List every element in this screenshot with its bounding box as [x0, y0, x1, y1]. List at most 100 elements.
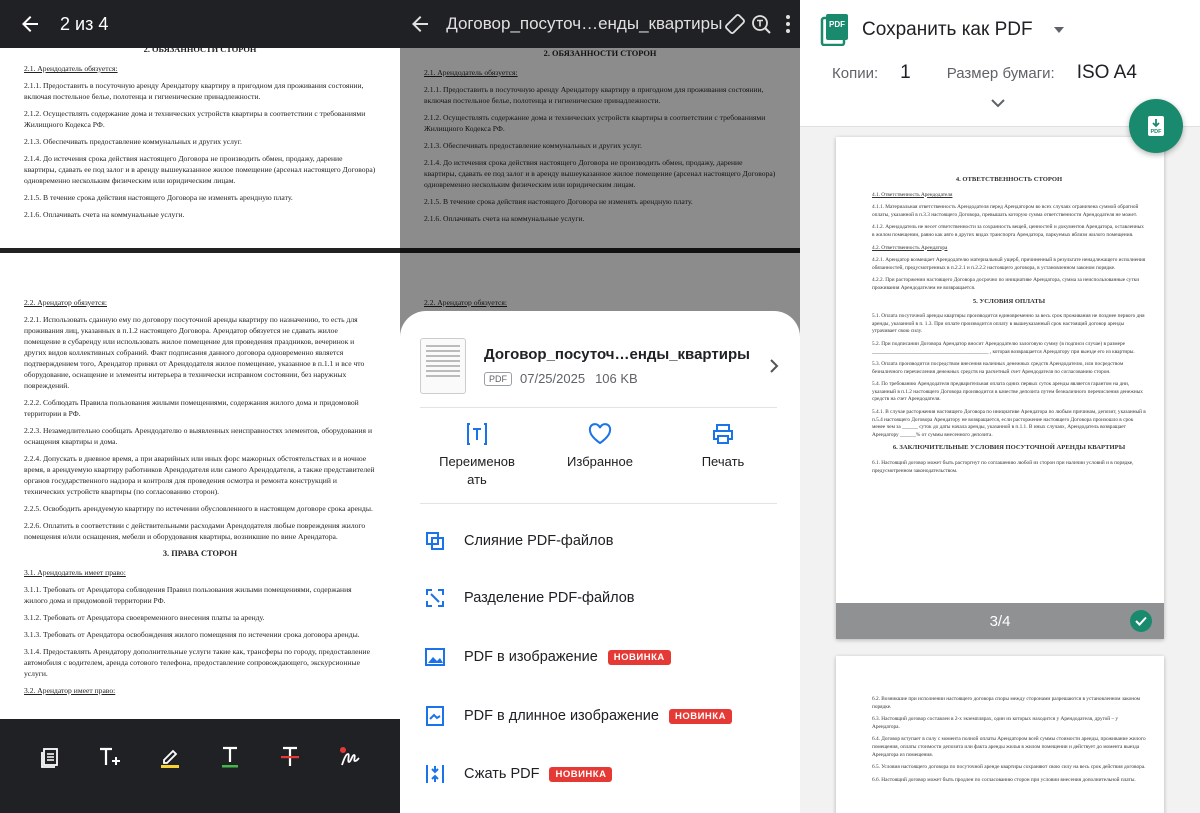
- file-date: 07/25/2025: [520, 371, 586, 386]
- back-button[interactable]: [0, 0, 60, 48]
- rename-icon: [467, 423, 487, 445]
- svg-text:PDF: PDF: [1151, 129, 1163, 135]
- back-button[interactable]: [400, 0, 440, 48]
- doc-paragraph: 2.2.1. Использовать сданную ему по догов…: [24, 315, 365, 390]
- preview-page-3[interactable]: 4. ОТВЕТСТВЕННОСТЬ СТОРОН 4.1. Ответстве…: [836, 137, 1164, 639]
- strikethrough-tool-button[interactable]: [273, 740, 307, 774]
- doc-paragraph: 6.6. Настоящий договор может быть продле…: [872, 776, 1136, 783]
- quick-actions: Переименов ать Избранное Печать: [422, 419, 778, 489]
- doc-paragraph: 2.2.5. Освободить арендуемую квартиру по…: [24, 504, 373, 513]
- doc-paragraph: 5.2. При подписании Договора Арендатор в…: [872, 340, 1135, 355]
- section-subheading: 4.1. Ответственность Арендодателя: [872, 191, 953, 198]
- page-indicator: 3/4: [989, 612, 1011, 630]
- check-icon: [1135, 616, 1147, 626]
- copies-label: Копии:: [832, 64, 879, 82]
- doc-paragraph: 6.3. Настоящий договор составлен в 2-х э…: [872, 716, 1119, 730]
- doc-paragraph: 3.1.1. Требовать от Арендатора соблюдени…: [24, 585, 352, 605]
- paper-size-label: Размер бумаги:: [946, 64, 1055, 82]
- save-pdf-button[interactable]: PDF: [1129, 99, 1183, 153]
- underline-text-icon: [222, 746, 238, 768]
- paper-size-value[interactable]: ISO A4: [1077, 62, 1137, 84]
- doc-paragraph: 6.5. Условия настоящего договора по посу…: [872, 764, 1146, 771]
- pages-tool-button[interactable]: [33, 740, 67, 774]
- print-label: Печать: [701, 454, 745, 469]
- file-type-tag: PDF: [484, 371, 512, 386]
- compress-pdf-item[interactable]: Сжать PDF НОВИНКА: [422, 754, 782, 794]
- menu-label: Сжать PDF: [464, 766, 540, 782]
- print-button[interactable]: Печать: [668, 419, 778, 489]
- doc-paragraph: 4.2.1. Арендатор возмещает Арендодателю …: [872, 257, 1146, 271]
- preview-page-4[interactable]: 6.2. Возникшие при исполнении настоящего…: [836, 656, 1164, 813]
- more-options-button[interactable]: [775, 14, 800, 34]
- section-subheading: 2.2. Арендатор обязуется:: [24, 298, 108, 307]
- doc-paragraph: 5.3. Оплата производится посредством вне…: [872, 361, 1124, 375]
- document-page: 2. ОБЯЗАННОСТИ СТОРОН 2.1. Арендодатель …: [0, 40, 400, 248]
- search-text-button[interactable]: [747, 13, 775, 35]
- split-pdf-item[interactable]: Разделение PDF-файлов: [422, 578, 782, 618]
- section-subheading: 3.2. Арендатор имеет право:: [24, 686, 116, 695]
- doc-paragraph: 4.1.2. Арендодатель не несет ответственн…: [872, 224, 1144, 238]
- merge-icon: [426, 532, 444, 550]
- heart-icon: [588, 423, 612, 445]
- add-text-tool-button[interactable]: [93, 740, 127, 774]
- section-subheading: 3.1. Арендодатель имеет право:: [24, 568, 126, 577]
- page-selected-checkbox[interactable]: [1130, 610, 1152, 632]
- search-text-icon: [752, 15, 771, 34]
- doc-paragraph: 4.2.2. При расторжении настоящего Догово…: [872, 277, 1140, 291]
- annotation-toolbar: [0, 719, 400, 813]
- arrow-left-icon: [22, 16, 38, 32]
- pages-icon: [41, 748, 58, 768]
- file-actions-panel: Договор_посуточ…енды_квартиры 2. ОБЯЗАНН…: [400, 0, 800, 813]
- expand-options-button[interactable]: [990, 96, 1006, 114]
- file-size: 106 KB: [595, 371, 638, 386]
- file-name: Договор_посуточ…енды_квартиры: [484, 346, 750, 363]
- section-heading: 5. УСЛОВИЯ ОПЛАТЫ: [972, 297, 1046, 305]
- doc-paragraph: 5.4. По требованию Арендодателя предвари…: [872, 381, 1143, 403]
- document-page: 2.2. Арендатор обязуется: 2.2.1. Использ…: [0, 253, 400, 723]
- section-subheading: 4.2. Ответственность Арендатора: [872, 244, 948, 251]
- new-badge: НОВИНКА: [668, 708, 732, 724]
- chevron-down-icon: [991, 99, 1005, 108]
- favorite-button[interactable]: Избранное: [545, 419, 655, 489]
- file-info-row[interactable]: Договор_посуточ…енды_квартиры PDF 07/25/…: [420, 335, 780, 397]
- favorite-label: Избранное: [567, 454, 633, 469]
- signature-tool-button[interactable]: [333, 740, 367, 774]
- doc-paragraph: 2.1.6. Оплачивать счета на коммунальные …: [24, 210, 185, 219]
- page-indicator-bar: 3/4: [836, 603, 1164, 639]
- download-pdf-icon: PDF: [1148, 116, 1164, 136]
- copies-value[interactable]: 1: [900, 62, 911, 84]
- doc-paragraph: 2.1.4. До истечения срока действия насто…: [24, 154, 376, 185]
- chevron-right-icon: [770, 359, 779, 373]
- rotate-button[interactable]: [722, 13, 747, 35]
- doc-paragraph: 3.1.4. Предоставлять Арендатору дополнит…: [24, 647, 370, 678]
- printer-selector[interactable]: PDF Сохранить как PDF: [820, 14, 1065, 46]
- viewer-top-bar-dimmed: Договор_посуточ…енды_квартиры: [400, 0, 800, 48]
- doc-paragraph: 5.4.1. В случае расторжения настоящего Д…: [872, 409, 1146, 438]
- pdf-file-icon: PDF: [820, 14, 848, 46]
- file-thumbnail: [420, 338, 466, 394]
- doc-paragraph: 3.1.2. Требовать от Арендатора своевреме…: [24, 613, 265, 622]
- doc-paragraph: 6.2. Возникшие при исполнении настоящего…: [872, 696, 1140, 710]
- pdf-to-long-image-item[interactable]: PDF в длинное изображение НОВИНКА: [422, 696, 782, 736]
- doc-paragraph: 2.2.6. Оплатить в соответствии с действи…: [24, 521, 366, 541]
- printer-name: Сохранить как PDF: [862, 19, 1033, 40]
- doc-paragraph: 3.1.3. Требовать от Арендатора освобожде…: [24, 630, 360, 639]
- underline-tool-button[interactable]: [213, 740, 247, 774]
- image-icon: [425, 648, 445, 666]
- section-heading: 4. ОТВЕТСТВЕННОСТЬ СТОРОН: [955, 176, 1063, 183]
- menu-label: PDF в длинное изображение: [464, 708, 659, 724]
- doc-paragraph: 2.2.4. Допускать в дневное время, а при …: [24, 454, 375, 496]
- more-vertical-icon: [785, 15, 790, 33]
- rename-button[interactable]: Переименов ать: [422, 419, 532, 489]
- doc-paragraph: 2.1.3. Обеспечивать предоставление комму…: [24, 137, 242, 146]
- new-badge: НОВИНКА: [549, 766, 613, 782]
- print-icon: [713, 424, 733, 444]
- divider: [420, 407, 777, 408]
- add-text-icon: [100, 747, 120, 765]
- pdf-to-image-item[interactable]: PDF в изображение НОВИНКА: [422, 637, 782, 677]
- highlight-tool-button[interactable]: [153, 740, 187, 774]
- highlighter-icon: [161, 749, 179, 768]
- merge-pdf-item[interactable]: Слияние PDF-файлов: [422, 521, 782, 561]
- pdf-viewer-panel: 2 из 4 2. ОБЯЗАННОСТИ СТОРОН 2.1. Арендо…: [0, 0, 400, 813]
- section-heading: 3. ПРАВА СТОРОН: [162, 549, 238, 558]
